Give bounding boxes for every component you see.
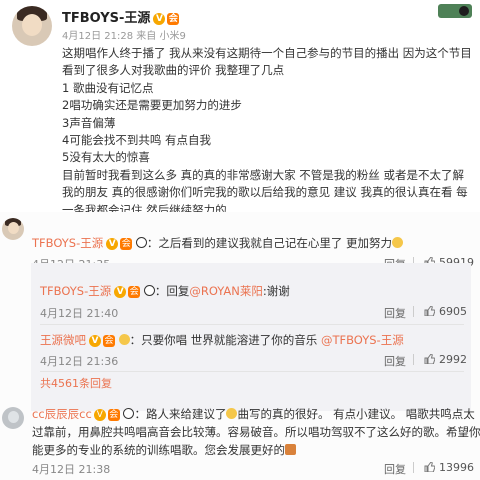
- verified-icon: V: [106, 237, 119, 250]
- post-author-name[interactable]: TFBOYS-王源: [62, 11, 150, 26]
- emoji-icon: [285, 444, 296, 455]
- reply-button[interactable]: 回复: [384, 461, 406, 477]
- comment-text-line: 过靠前，用鼻腔共鸣唱高音会比较薄。容易破音。所以唱功驾驭不了这么好的歌。希望你: [32, 425, 480, 439]
- comment-row: cc辰辰辰cc V 会 ：路人来给建议了 曲写的真的很好。 有点小建议。 唱歌共鸣点太: [32, 406, 475, 422]
- mention-link[interactable]: @ROYAN莱阳: [189, 284, 263, 298]
- comment-text: ：路人来给建议了: [134, 407, 227, 421]
- divider: [40, 324, 464, 325]
- sub-reply-text: ：只要你唱 世界就能溶进了你的音乐: [129, 333, 318, 347]
- divider: [40, 371, 464, 372]
- emoji-icon: [118, 334, 130, 345]
- thumbs-up-icon: [424, 306, 435, 316]
- panda-icon: [143, 285, 155, 296]
- member-icon: 会: [120, 237, 133, 250]
- sub-reply-row: 王源微吧 V 会 ：只要你唱 世界就能溶进了你的音乐 @TFBOYS-王源: [40, 332, 404, 348]
- sub-reply-time: 4月12日 21:40: [40, 307, 119, 320]
- sub-reply-author[interactable]: 王源微吧: [40, 333, 86, 347]
- reply-button[interactable]: 回复: [384, 353, 406, 369]
- sub-reply-time: 4月12日 21:36: [40, 355, 119, 368]
- comment-time: 4月12日 21:38: [32, 463, 111, 476]
- comment-text-cont: 曲写的真的很好。 有点小建议。 唱歌共鸣点太: [237, 407, 475, 421]
- member-icon: 会: [103, 334, 115, 347]
- sub-reply-row: TFBOYS-王源 V 会 ：回复@ROYAN莱阳:谢谢: [40, 283, 290, 299]
- like-button[interactable]: 6905: [424, 305, 467, 318]
- thumbs-up-icon: [424, 462, 435, 472]
- divider: [413, 354, 414, 365]
- like-count: 6905: [439, 305, 467, 318]
- verified-icon: V: [114, 285, 127, 298]
- divider: [413, 462, 414, 473]
- thumbs-up-icon: [424, 354, 435, 364]
- more-replies-link[interactable]: 共4561条回复: [40, 375, 112, 391]
- watermark-logo: [438, 4, 472, 18]
- comment-avatar[interactable]: [2, 218, 24, 240]
- post-body: 这期唱作人终于播了 我从来没有这期待一个自己参与的节目的播出 因为这个节目看到了…: [62, 46, 472, 234]
- like-count: 13996: [439, 461, 474, 474]
- comment-row: TFBOYS-王源 V 会 ：之后看到的建议我就自己记在心里了 更加努力: [32, 235, 404, 251]
- like-button[interactable]: 2992: [424, 353, 467, 366]
- sub-reply-text: :谢谢: [262, 284, 290, 298]
- member-icon: 会: [107, 408, 120, 421]
- smile-emoji-icon: [392, 237, 404, 248]
- verified-icon: V: [153, 12, 166, 25]
- post-author[interactable]: TFBOYS-王源 V 会: [62, 7, 180, 26]
- member-icon: 会: [128, 285, 141, 298]
- panda-icon: [135, 237, 147, 248]
- post-avatar[interactable]: [12, 6, 52, 46]
- comment-text: ：之后看到的建议我就自己记在心里了 更加努力: [146, 236, 393, 250]
- panda-icon: [123, 408, 135, 419]
- verified-icon: V: [89, 334, 101, 347]
- reply-button[interactable]: 回复: [384, 305, 406, 321]
- divider: [413, 306, 414, 317]
- comment-author[interactable]: cc辰辰辰cc: [32, 407, 92, 421]
- comments-section: TFBOYS-王源V会 ：之后看到的建议我就自己记在心里了 更加努力 4月12日…: [0, 212, 480, 480]
- comment-text-line: 能更多的专业的系统的训练唱歌。您会发展更好的: [32, 442, 296, 458]
- comment-avatar[interactable]: [2, 407, 24, 429]
- emoji-icon: [226, 408, 238, 419]
- sub-reply-prefix: ：回复: [154, 284, 190, 298]
- comment-author[interactable]: TFBOYS-王源: [32, 236, 103, 250]
- mention-link[interactable]: @TFBOYS-王源: [321, 333, 404, 347]
- member-icon: 会: [167, 12, 180, 25]
- comment-text: 能更多的专业的系统的训练唱歌。您会发展更好的: [32, 443, 285, 457]
- weibo-post: TFBOYS-王源 V 会 4月12日 21:28 来自 小米9 这期唱作人终于播了…: [0, 0, 480, 234]
- member-icon: V: [93, 408, 106, 421]
- like-button[interactable]: 13996: [424, 461, 474, 474]
- sub-reply-author[interactable]: TFBOYS-王源: [40, 284, 111, 298]
- post-meta: 4月12日 21:28 来自 小米9: [62, 31, 186, 42]
- like-count: 2992: [439, 353, 467, 366]
